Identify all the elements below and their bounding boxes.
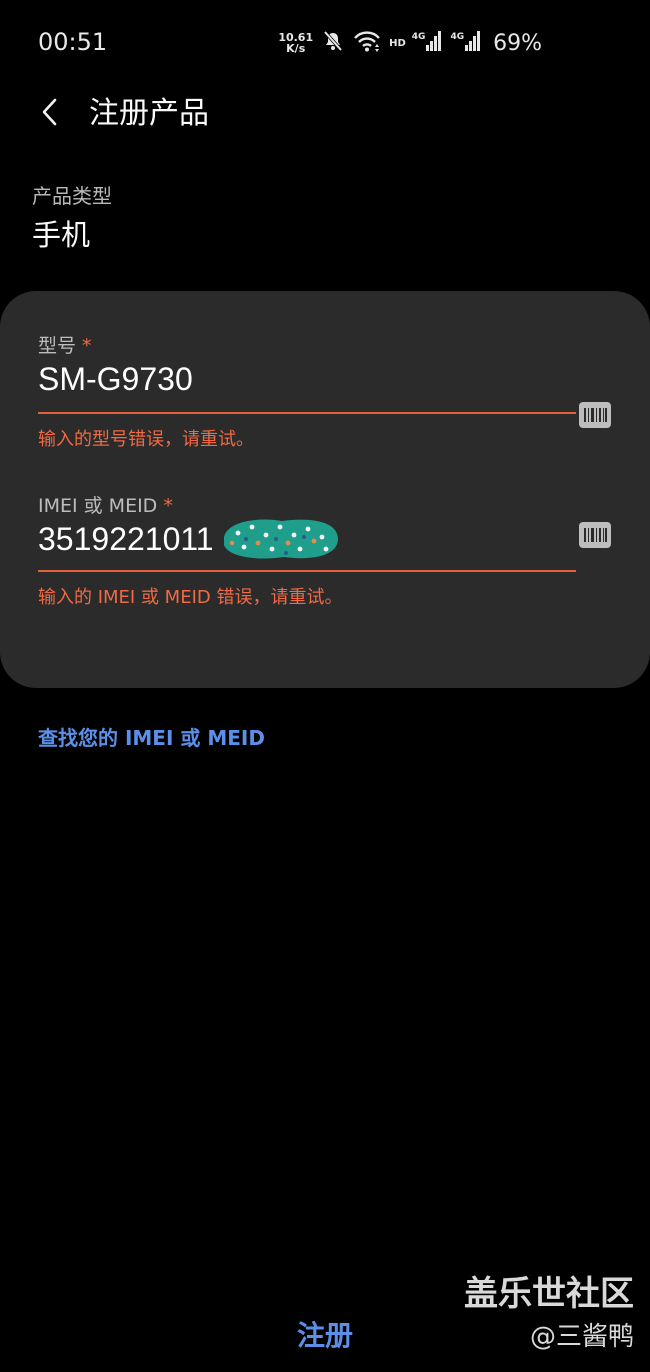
model-underline xyxy=(38,412,576,414)
register-button[interactable]: 注册 xyxy=(255,1306,395,1362)
required-mark: * xyxy=(163,495,173,517)
product-type-value: 手机 xyxy=(32,218,91,252)
model-input[interactable] xyxy=(38,356,576,402)
product-type-label: 产品类型 xyxy=(32,184,112,208)
network-speed: 10.61 K/s xyxy=(278,32,313,54)
watermark-user: @三酱鸭 xyxy=(529,1322,634,1352)
model-error-message: 输入的型号错误，请重试。 xyxy=(38,429,254,450)
wifi-icon xyxy=(353,29,381,57)
status-time: 00:51 xyxy=(38,28,108,56)
model-field: 型号* 输入的型号错误，请重试。 xyxy=(38,331,613,450)
watermark-title: 盖乐世社区 xyxy=(464,1274,634,1314)
imei-error-message: 输入的 IMEI 或 MEID 错误，请重试。 xyxy=(38,587,343,608)
app-header: 注册产品 xyxy=(0,84,650,148)
barcode-scan-icon xyxy=(579,402,611,432)
imei-underline xyxy=(38,570,576,572)
back-icon xyxy=(39,97,61,131)
sim2-network-type: 4G xyxy=(450,32,465,42)
status-bar: 00:51 10.61 K/s HD 4G 4G 69% xyxy=(0,0,650,84)
required-mark: * xyxy=(82,335,92,357)
redaction-mark xyxy=(224,519,338,559)
mute-icon xyxy=(321,29,345,57)
model-label: 型号 * xyxy=(38,331,92,358)
imei-label-text: IMEI 或 MEID xyxy=(38,495,158,517)
hd-label: HD xyxy=(389,37,406,49)
signal-icon xyxy=(465,31,481,55)
status-icons: 10.61 K/s HD 4G 4G 69% xyxy=(278,28,542,58)
sim1-signal: 4G xyxy=(412,31,443,55)
back-button[interactable] xyxy=(30,94,70,134)
model-label-text: 型号 xyxy=(38,335,77,357)
registration-form-card: 型号* 输入的型号错误，请重试。 IMEI 或 MEID* xyxy=(0,291,650,688)
network-speed-unit: K/s xyxy=(286,42,306,55)
sim1-network-type: 4G xyxy=(411,32,426,42)
page-title: 注册产品 xyxy=(89,96,209,131)
barcode-scan-icon xyxy=(579,522,611,552)
find-imei-link[interactable]: 查找您的 IMEI 或 MEID xyxy=(38,722,265,751)
sim2-signal: 4G xyxy=(450,31,481,55)
signal-icon xyxy=(426,31,442,55)
imei-barcode-scan-button[interactable] xyxy=(579,522,611,548)
imei-label: IMEI 或 MEID * xyxy=(38,491,173,518)
battery-level: 69% xyxy=(493,30,542,56)
model-barcode-scan-button[interactable] xyxy=(579,402,611,428)
